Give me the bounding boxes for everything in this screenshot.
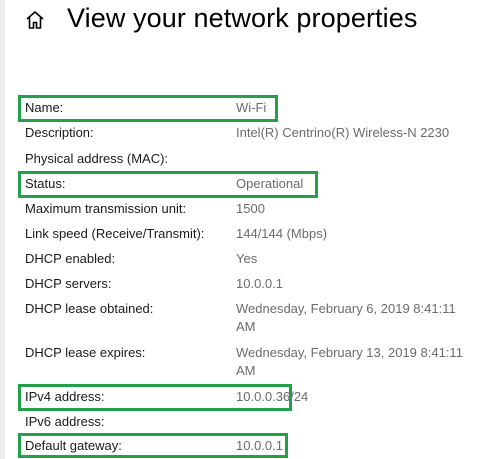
property-value-description: Intel(R) Centrino(R) Wireless-N 2230 <box>236 125 450 140</box>
property-label-dhcp-servers: DHCP servers: <box>25 276 112 291</box>
property-label-dhcp-enabled: DHCP enabled: <box>25 251 116 266</box>
property-label-lease-obtained: DHCP lease obtained: <box>25 301 154 316</box>
highlight-box-name <box>18 95 278 122</box>
property-value-lease-obtained: Wednesday, February 6, 2019 8:41:11 AM <box>236 301 456 334</box>
highlight-box-default-gateway <box>18 433 288 458</box>
property-value-link-speed: 144/144 (Mbps) <box>236 226 328 241</box>
property-value-mtu: 1500 <box>236 201 265 216</box>
highlight-box-ipv4 <box>18 384 292 411</box>
property-label-ipv6: IPv6 address: <box>25 414 105 429</box>
property-label-description: Description: <box>25 125 94 140</box>
property-value-lease-expires: Wednesday, February 13, 2019 8:41:11 AM <box>236 345 463 378</box>
property-label-lease-expires: DHCP lease expires: <box>25 345 146 360</box>
highlight-box-status <box>18 171 318 198</box>
property-value-dhcp-enabled: Yes <box>236 251 258 266</box>
property-label-mac: Physical address (MAC): <box>25 151 169 166</box>
property-label-link-speed: Link speed (Receive/Transmit): <box>25 226 205 241</box>
property-value-dhcp-servers: 10.0.0.1 <box>236 276 283 291</box>
property-label-mtu: Maximum transmission unit: <box>25 201 187 216</box>
